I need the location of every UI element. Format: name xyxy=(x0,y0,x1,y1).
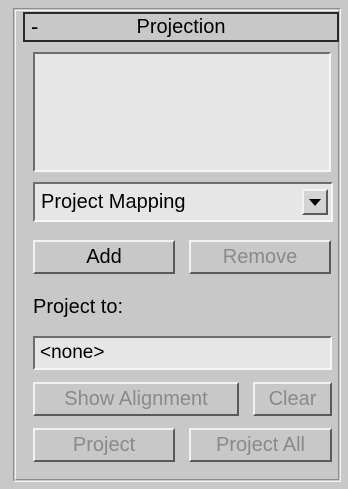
chevron-down-icon[interactable] xyxy=(302,189,328,215)
project-all-button[interactable]: Project All xyxy=(189,428,332,462)
rollout-titlebar[interactable]: - Projection xyxy=(23,12,339,42)
projection-list[interactable] xyxy=(33,52,331,172)
projection-type-dropdown[interactable]: Project Mapping xyxy=(33,182,333,222)
dropdown-selected-value: Project Mapping xyxy=(41,190,186,213)
dropdown-arrow-glyph xyxy=(309,198,321,206)
rollout-title: Projection xyxy=(136,15,226,38)
project-to-field[interactable]: <none> xyxy=(33,336,332,370)
collapse-icon[interactable]: - xyxy=(31,14,38,40)
project-button[interactable]: Project xyxy=(33,428,175,462)
add-button[interactable]: Add xyxy=(33,240,175,274)
project-to-label: Project to: xyxy=(33,296,124,318)
clear-button[interactable]: Clear xyxy=(253,382,332,416)
remove-button[interactable]: Remove xyxy=(189,240,331,274)
show-alignment-button[interactable]: Show Alignment xyxy=(33,382,239,416)
